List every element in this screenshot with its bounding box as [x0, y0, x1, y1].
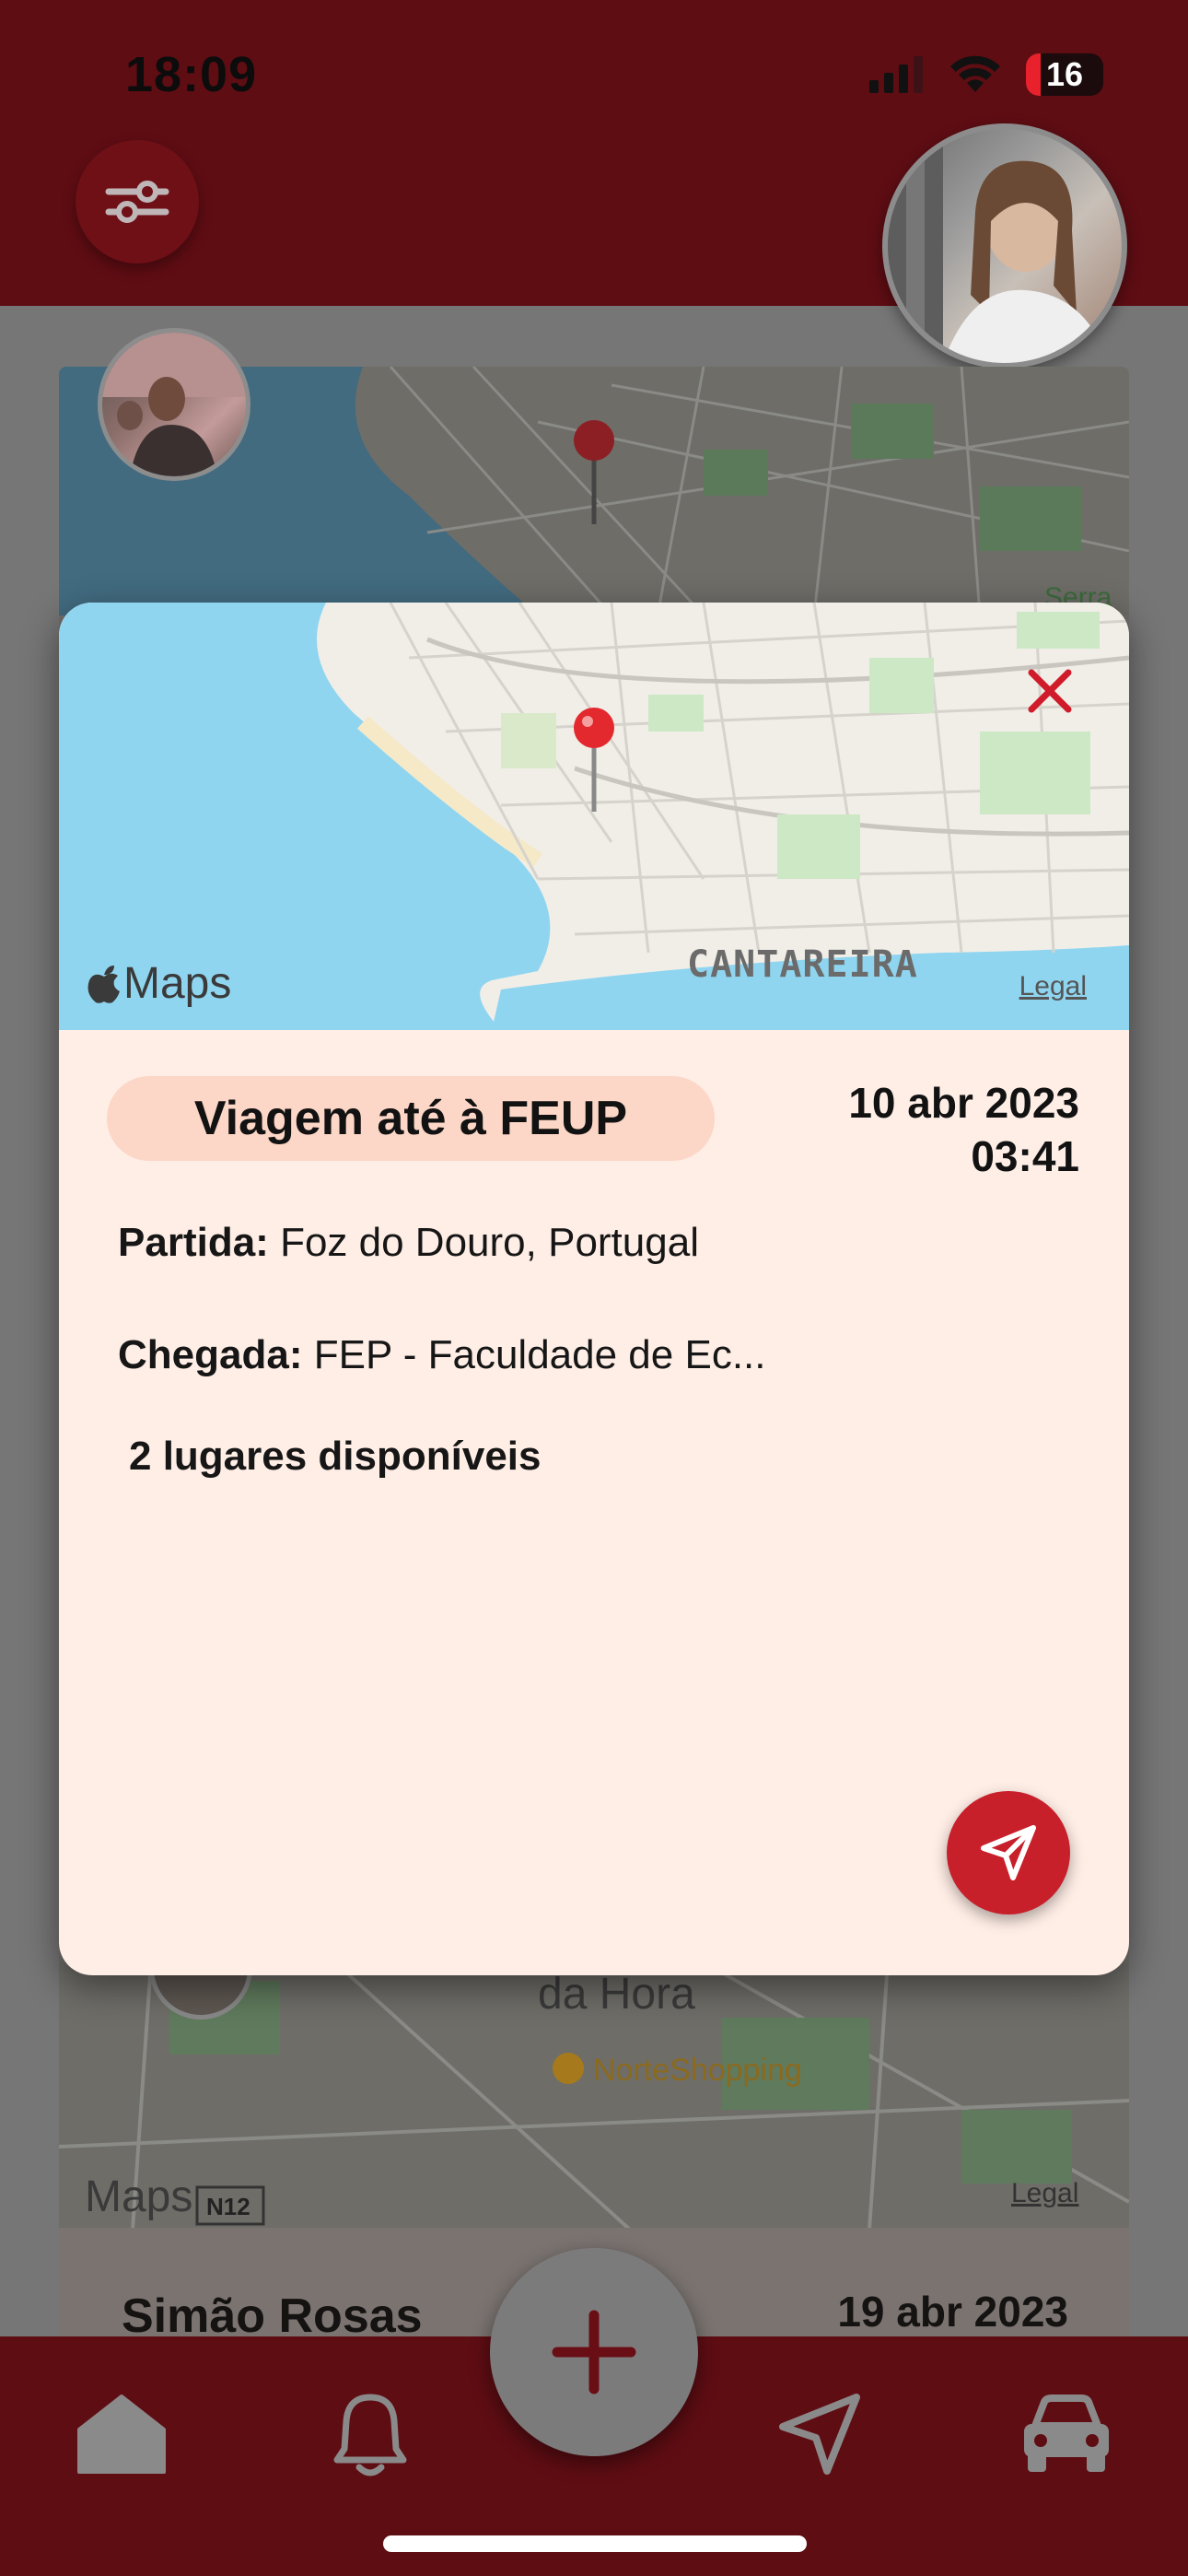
trip-date: 10 abr 2023	[848, 1079, 1079, 1127]
user-avatar[interactable]	[882, 123, 1127, 369]
status-time: 18:09	[125, 47, 258, 102]
svg-text:N12: N12	[206, 2193, 250, 2220]
map-view[interactable]: CANTAREIRA Maps Legal	[59, 603, 1129, 1030]
arrival-row: Chegada: FEP - Faculdade de Ec...	[118, 1332, 766, 1378]
trip-title: Viagem até à FEUP	[107, 1076, 715, 1161]
wifi-icon	[950, 55, 1000, 92]
location-pin-icon	[574, 420, 614, 524]
map-place-label: CANTAREIRA	[687, 943, 918, 986]
nav-navigation[interactable]	[764, 2379, 875, 2489]
car-icon	[1024, 2395, 1109, 2472]
nav-notifications[interactable]	[315, 2379, 425, 2489]
departure-label: Partida:	[118, 1220, 269, 1265]
ride-detail-modal: CANTAREIRA Maps Legal Viagem até à FEUP …	[59, 603, 1129, 1975]
home-indicator	[383, 2535, 807, 2552]
svg-text:Maps: Maps	[85, 2172, 192, 2221]
battery-indicator: 16	[1026, 53, 1103, 96]
add-icon	[552, 2310, 636, 2395]
navigation-icon	[779, 2394, 860, 2475]
status-icons: 16	[869, 53, 1103, 96]
location-pin-icon	[574, 708, 614, 812]
close-button[interactable]	[1017, 658, 1083, 724]
maps-logo: Maps	[87, 958, 231, 1009]
arrival-label: Chegada:	[118, 1332, 303, 1377]
nav-home[interactable]	[66, 2379, 177, 2489]
available-seats: 2 lugares disponíveis	[129, 1434, 542, 1479]
departure-value: Foz do Douro, Portugal	[280, 1220, 699, 1265]
arrival-value: FEP - Faculdade de Ec...	[313, 1332, 766, 1377]
map-label-norteshopping: NorteShopping	[593, 2053, 802, 2088]
send-icon	[981, 1825, 1036, 1880]
apple-logo-icon	[87, 965, 120, 1003]
add-ride-button[interactable]	[490, 2248, 698, 2456]
maps-logo-text: Maps	[123, 959, 232, 1008]
driver-name: Simão Rosas	[122, 2289, 423, 2343]
legal-link[interactable]: Legal	[1019, 971, 1087, 1002]
driver-avatar[interactable]	[98, 328, 250, 481]
departure-row: Partida: Foz do Douro, Portugal	[118, 1220, 699, 1266]
map-label-hora: da Hora	[538, 1970, 695, 2019]
nav-my-car[interactable]	[1011, 2379, 1122, 2489]
cellular-signal-icon	[869, 56, 923, 93]
bell-icon	[333, 2394, 407, 2476]
svg-text:Legal: Legal	[1011, 2178, 1078, 2208]
ride-date: 19 abr 2023	[837, 2288, 1068, 2336]
battery-level: 16	[1045, 55, 1084, 93]
trip-datetime: 10 abr 2023 03:41	[848, 1076, 1079, 1183]
trip-time: 03:41	[971, 1132, 1079, 1180]
sliders-icon	[105, 181, 169, 223]
filter-button[interactable]	[76, 140, 199, 263]
request-ride-button[interactable]	[947, 1791, 1070, 1914]
close-icon	[1028, 669, 1072, 713]
home-icon	[77, 2395, 166, 2474]
